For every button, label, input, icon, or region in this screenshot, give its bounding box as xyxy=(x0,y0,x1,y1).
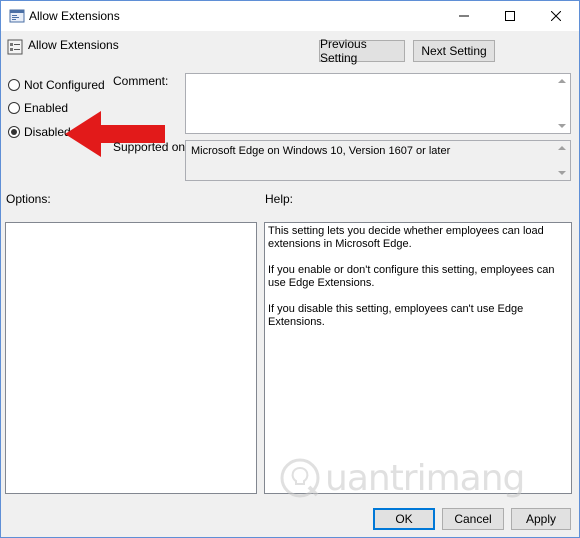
radio-label: Not Configured xyxy=(24,78,105,92)
radio-label: Disabled xyxy=(24,125,71,139)
radio-enabled[interactable]: Enabled xyxy=(8,100,68,116)
help-label: Help: xyxy=(265,192,294,206)
options-pane xyxy=(5,222,257,494)
minimize-button[interactable] xyxy=(441,1,487,31)
policy-dialog-window: Allow Extensions Allow Extensions Previo… xyxy=(0,0,580,538)
comment-scrollbar[interactable] xyxy=(554,74,570,133)
window-title: Allow Extensions xyxy=(29,9,120,23)
supported-on-label: Supported on: xyxy=(113,140,189,154)
previous-setting-button[interactable]: Previous Setting xyxy=(319,37,405,65)
radio-disabled[interactable]: Disabled xyxy=(8,124,71,140)
apply-button[interactable]: Apply xyxy=(511,508,571,530)
radio-not-configured[interactable]: Not Configured xyxy=(8,77,105,93)
supported-on-field: Microsoft Edge on Windows 10, Version 16… xyxy=(185,140,571,181)
radio-label: Enabled xyxy=(24,101,69,115)
radio-button-icon[interactable] xyxy=(8,79,20,91)
maximize-button[interactable] xyxy=(487,1,533,31)
supported-scrollbar[interactable] xyxy=(554,141,570,180)
setting-title: Allow Extensions xyxy=(28,38,119,52)
next-setting-button[interactable]: Next Setting xyxy=(413,40,495,62)
minimize-icon xyxy=(459,15,469,17)
watermark-logo-icon xyxy=(280,458,320,498)
comment-label: Comment: xyxy=(113,74,169,88)
scroll-down-icon[interactable] xyxy=(558,171,566,175)
comment-textarea[interactable] xyxy=(185,73,571,134)
maximize-icon xyxy=(505,11,515,21)
help-paragraph: If you disable this setting, employees c… xyxy=(268,303,524,328)
watermark: uantrimang xyxy=(279,453,559,503)
scroll-up-icon[interactable] xyxy=(558,146,566,150)
scroll-down-icon[interactable] xyxy=(558,124,566,128)
policy-app-icon xyxy=(9,9,25,23)
help-paragraph: This setting lets you decide whether emp… xyxy=(268,225,544,250)
help-paragraph: If you enable or don't configure this se… xyxy=(268,264,555,289)
close-icon xyxy=(551,11,561,21)
setting-icon xyxy=(7,39,23,55)
title-bar[interactable]: Allow Extensions xyxy=(1,1,579,31)
radio-button-checked-icon[interactable] xyxy=(8,126,20,138)
watermark-text: uantrimang xyxy=(325,457,525,499)
options-label: Options: xyxy=(6,192,51,206)
close-button[interactable] xyxy=(533,1,579,31)
radio-button-icon[interactable] xyxy=(8,102,20,114)
cancel-button[interactable]: Cancel xyxy=(442,508,504,530)
ok-button[interactable]: OK xyxy=(373,508,435,530)
scroll-up-icon[interactable] xyxy=(558,79,566,83)
supported-on-value: Microsoft Edge on Windows 10, Version 16… xyxy=(191,145,451,157)
